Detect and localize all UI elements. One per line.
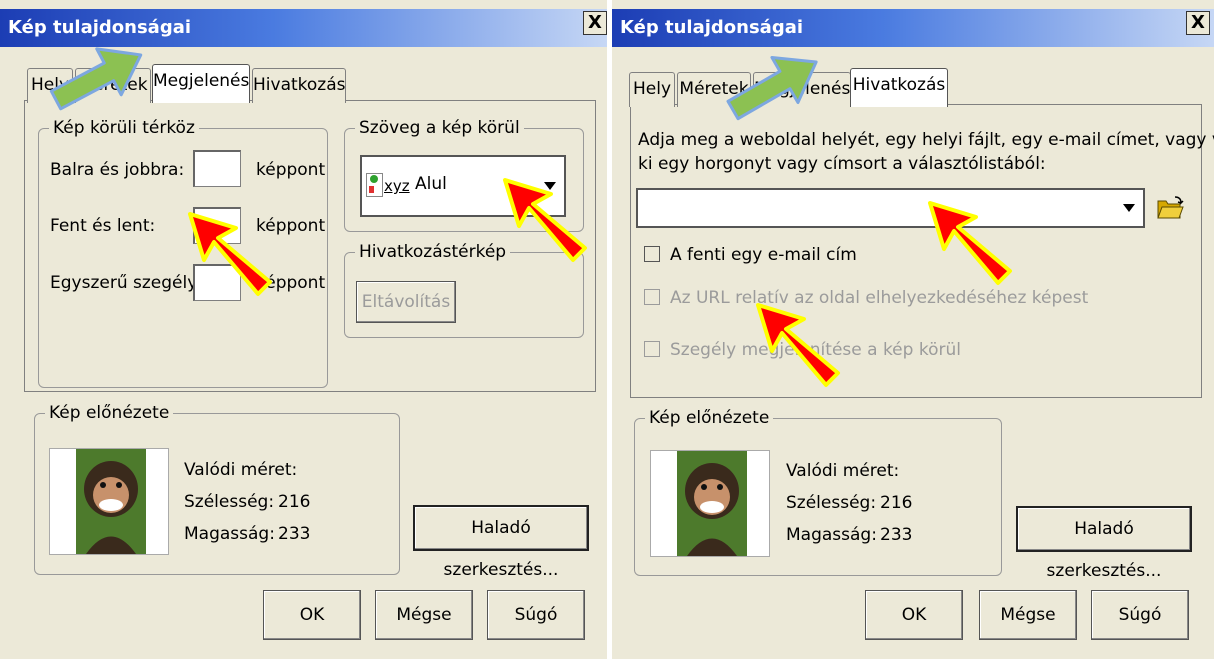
width-label: Szélesség: xyxy=(786,493,877,513)
vertical-spacing-unit: képpont xyxy=(256,216,326,236)
show-border-checkbox[interactable] xyxy=(644,341,660,357)
relative-url-checkbox[interactable] xyxy=(644,289,660,305)
dialog-title: Kép tulajdonságai xyxy=(8,17,192,38)
cancel-button[interactable]: Mégse xyxy=(979,590,1077,640)
image-preview xyxy=(49,448,169,555)
height-value: 233 xyxy=(278,524,311,544)
relative-url-checkbox-label: Az URL relatív az oldal elhelyezkedéséhe… xyxy=(670,288,1089,308)
monkey-image xyxy=(76,449,146,554)
width-value: 216 xyxy=(278,492,311,512)
image-properties-dialog-left: Kép tulajdonságai X Hely Méretek Megjele… xyxy=(0,0,607,659)
monkey-image xyxy=(677,451,747,556)
ok-button[interactable]: OK xyxy=(865,590,963,640)
border-unit: képpont xyxy=(256,273,326,293)
tab-appearance[interactable]: Megjelenés xyxy=(753,72,851,107)
height-label: Magasság: xyxy=(786,525,877,545)
tab-appearance[interactable]: Megjelenés xyxy=(152,64,250,103)
instruction-line-2: ki egy horgonyt vagy címsort a választól… xyxy=(638,154,1046,174)
text-wrap-select[interactable]: xyz Alul xyxy=(360,155,566,217)
tab-dimensions[interactable]: Méretek xyxy=(677,72,751,107)
tab-location[interactable]: Hely xyxy=(27,68,73,103)
text-wrap-value: Alul xyxy=(415,174,447,194)
vertical-spacing-label: Fent és lent: xyxy=(50,216,156,236)
tab-dimensions[interactable]: Méretek xyxy=(75,68,151,103)
close-button[interactable]: X xyxy=(1186,11,1210,35)
horizontal-spacing-unit: képpont xyxy=(256,160,326,180)
cancel-button[interactable]: Mégse xyxy=(375,590,473,640)
tab-hyperlink[interactable]: Hivatkozás xyxy=(850,68,948,107)
help-button[interactable]: Súgó xyxy=(487,590,585,640)
border-input[interactable] xyxy=(193,264,241,301)
title-bar: Kép tulajdonságai xyxy=(612,9,1214,47)
advanced-edit-button[interactable]: Haladó szerkesztés... xyxy=(413,505,589,580)
tab-hyperlink[interactable]: Hivatkozás xyxy=(252,68,346,103)
height-label: Magasság: xyxy=(184,524,275,544)
wrap-icon-text: xyz xyxy=(384,177,410,195)
image-preview-group-legend: Kép előnézete xyxy=(45,403,174,423)
image-map-group-legend: Hivatkozástérkép xyxy=(355,242,511,262)
real-size-label: Valódi méret: xyxy=(786,461,900,481)
real-size-label: Valódi méret: xyxy=(184,460,298,480)
spacing-group-legend: Kép körüli térköz xyxy=(49,118,199,138)
border-label: Egyszerű szegély: xyxy=(50,273,202,293)
email-checkbox[interactable] xyxy=(644,246,660,262)
image-properties-dialog-right: Kép tulajdonságai X Hely Méretek Megjele… xyxy=(612,0,1214,659)
ok-button[interactable]: OK xyxy=(263,590,361,640)
image-preview-group-legend: Kép előnézete xyxy=(645,408,774,428)
horizontal-spacing-label: Balra és jobbra: xyxy=(50,160,185,180)
tab-location[interactable]: Hely xyxy=(629,72,675,107)
url-combobox[interactable] xyxy=(636,188,1145,228)
close-button[interactable]: X xyxy=(583,11,607,35)
text-wrap-group-legend: Szöveg a kép körül xyxy=(355,118,524,138)
dialog-title: Kép tulajdonságai xyxy=(620,17,804,38)
image-preview xyxy=(650,450,770,557)
open-folder-icon[interactable] xyxy=(1157,196,1185,220)
wrap-bottom-icon xyxy=(366,173,383,197)
show-border-checkbox-label: Szegély megjelenítése a kép körül xyxy=(670,340,961,360)
remove-image-map-button[interactable]: Eltávolítás xyxy=(356,281,456,323)
width-value: 216 xyxy=(880,493,913,513)
horizontal-spacing-input[interactable] xyxy=(193,150,241,187)
chevron-down-icon xyxy=(1123,204,1135,212)
help-button[interactable]: Súgó xyxy=(1091,590,1189,640)
vertical-spacing-input[interactable] xyxy=(193,207,241,244)
email-checkbox-label: A fenti egy e-mail cím xyxy=(670,245,857,265)
title-bar: Kép tulajdonságai xyxy=(0,9,607,47)
height-value: 233 xyxy=(880,525,913,545)
instruction-line-1: Adja meg a weboldal helyét, egy helyi fá… xyxy=(638,130,1214,150)
width-label: Szélesség: xyxy=(184,492,275,512)
advanced-edit-button[interactable]: Haladó szerkesztés... xyxy=(1016,506,1192,581)
chevron-down-icon xyxy=(544,182,556,190)
